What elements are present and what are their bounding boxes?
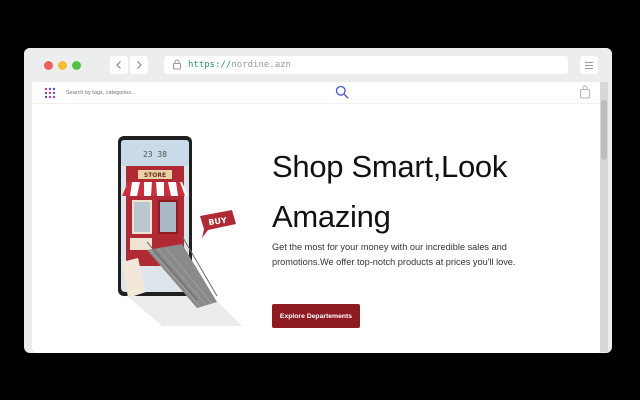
url-host: nordine.azn [231,60,291,70]
hero-description: Get the most for your money with our inc… [272,242,516,267]
back-button[interactable] [110,56,128,74]
store-sign-text: STORE [144,172,166,179]
hero-title-line-2: Amazing [272,199,391,234]
clock-text: 23 38 [143,150,167,159]
site-header [32,82,602,104]
browser-window: https://nordine.azn Search by tags, cate… [24,48,612,353]
page-scrollbar[interactable] [600,82,608,352]
chevron-left-icon [116,61,121,69]
minimize-window-button[interactable] [58,61,67,70]
search-icon[interactable] [335,85,349,99]
lock-icon [173,59,181,70]
forward-button[interactable] [130,56,148,74]
address-bar[interactable]: https://nordine.azn [164,56,568,74]
web-page: 23 38 STORE BUY Shop Smart,Look Amazing … [32,82,602,353]
shopping-bag-icon[interactable] [579,85,591,99]
scrollbar-thumb[interactable] [601,100,607,160]
close-window-button[interactable] [44,61,53,70]
hero-title: Shop Smart,Look Amazing [272,142,507,242]
menu-button[interactable] [580,56,598,74]
grid-icon[interactable] [44,87,56,99]
chevron-right-icon [137,61,142,69]
explore-departments-button[interactable]: Explore Departements [272,304,360,328]
search-input[interactable] [66,87,186,99]
maximize-window-button[interactable] [72,61,81,70]
store-illustration: 23 38 STORE BUY [118,136,242,326]
browser-toolbar: https://nordine.azn [24,48,612,82]
hero-title-line-1: Shop Smart,Look [272,149,508,184]
url-scheme: https:// [188,60,232,70]
